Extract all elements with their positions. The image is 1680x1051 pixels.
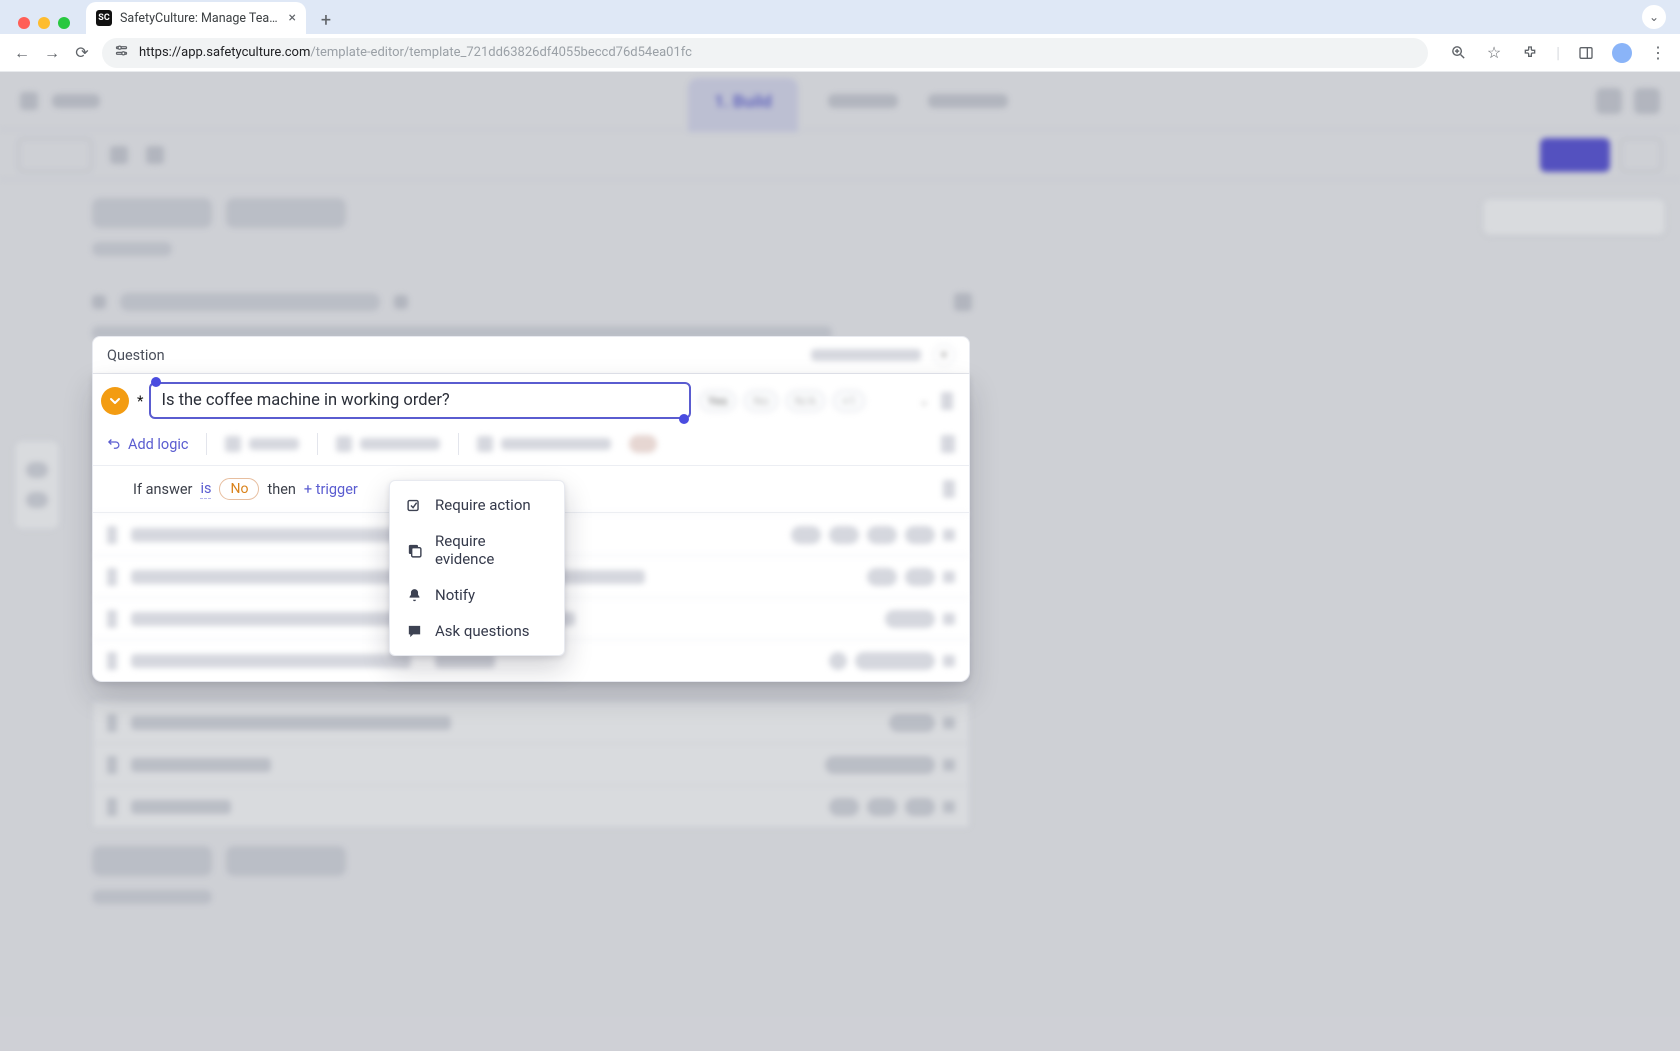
logic-value-pill[interactable]: No <box>219 478 259 500</box>
evidence-icon <box>406 542 423 559</box>
close-window-icon[interactable] <box>18 17 30 29</box>
required-indicator: * <box>137 392 143 410</box>
tab-favicon-icon: SC <box>96 10 112 26</box>
extensions-icon[interactable] <box>1520 43 1540 63</box>
logic-if-label: If answer <box>133 481 192 498</box>
response-type-cell[interactable]: Yes No N/A +1 ⌄ <box>699 390 959 412</box>
new-tab-button[interactable]: + <box>312 6 340 34</box>
back-button[interactable]: ← <box>12 43 32 63</box>
question-text-input[interactable] <box>149 382 691 419</box>
maximize-window-icon[interactable] <box>58 17 70 29</box>
menu-item-label: Require action <box>435 496 531 514</box>
question-type-icon[interactable] <box>101 387 129 415</box>
add-logic-button[interactable]: Add logic <box>107 436 188 453</box>
row-menu-icon[interactable] <box>941 435 955 453</box>
question-editor-panel: Question + * Yes No <box>92 336 970 682</box>
zoom-icon[interactable] <box>1448 43 1468 63</box>
address-bar[interactable]: https://app.safetyculture.com/template-e… <box>102 38 1428 68</box>
trigger-option-notify[interactable]: Notify <box>390 577 564 613</box>
action-icon <box>406 497 423 514</box>
forward-button[interactable]: → <box>42 43 62 63</box>
question-actions-row: Add logic <box>93 427 969 466</box>
side-panel-icon[interactable] <box>1576 43 1596 63</box>
add-column-button[interactable]: + <box>933 344 955 366</box>
menu-item-label: Require evidence <box>435 532 548 568</box>
logic-then-label: then <box>267 481 295 498</box>
row-menu-icon[interactable] <box>943 480 955 498</box>
question-column-header: Question + <box>92 336 970 374</box>
row-menu-icon[interactable] <box>941 392 953 410</box>
trigger-option-ask-questions[interactable]: Ask questions <box>390 613 564 649</box>
question-header-label: Question <box>107 347 165 364</box>
window-controls <box>10 17 80 34</box>
reload-button[interactable]: ⟳ <box>72 43 92 63</box>
tab-bar: SC SafetyCulture: Manage Teams and... × … <box>0 0 1680 34</box>
menu-item-label: Notify <box>435 586 475 604</box>
site-settings-icon[interactable] <box>114 43 129 62</box>
close-tab-icon[interactable]: × <box>289 10 296 26</box>
selection-handle-icon <box>679 414 689 424</box>
logic-operator[interactable]: is <box>200 480 211 499</box>
tab-title: SafetyCulture: Manage Teams and... <box>120 11 281 26</box>
menu-item-label: Ask questions <box>435 622 529 640</box>
question-row: * Yes No N/A +1 ⌄ <box>93 374 969 427</box>
minimize-window-icon[interactable] <box>38 17 50 29</box>
add-trigger-button[interactable]: + trigger <box>304 481 358 498</box>
profile-avatar-icon[interactable] <box>1612 43 1632 63</box>
app-viewport: 1. Build <box>0 72 1680 1051</box>
browser-tab[interactable]: SC SafetyCulture: Manage Teams and... × <box>86 2 306 34</box>
url-text: https://app.safetyculture.com/template-e… <box>139 45 692 60</box>
bell-icon <box>406 587 423 604</box>
more-menu-icon[interactable]: ⋮ <box>1648 43 1668 63</box>
browser-chrome: SC SafetyCulture: Manage Teams and... × … <box>0 0 1680 72</box>
address-bar-row: ← → ⟳ https://app.safetyculture.com/temp… <box>0 34 1680 72</box>
trigger-option-require-evidence[interactable]: Require evidence <box>390 523 564 577</box>
trigger-option-require-action[interactable]: Require action <box>390 487 564 523</box>
bookmark-icon[interactable]: ☆ <box>1484 43 1504 63</box>
chevron-down-icon: ⌄ <box>919 394 929 408</box>
chat-icon <box>406 623 423 640</box>
add-logic-label: Add logic <box>128 436 188 453</box>
tabs-menu-button[interactable]: ⌄ <box>1642 5 1666 29</box>
trigger-menu: Require action Require evidence Notify <box>389 480 565 656</box>
